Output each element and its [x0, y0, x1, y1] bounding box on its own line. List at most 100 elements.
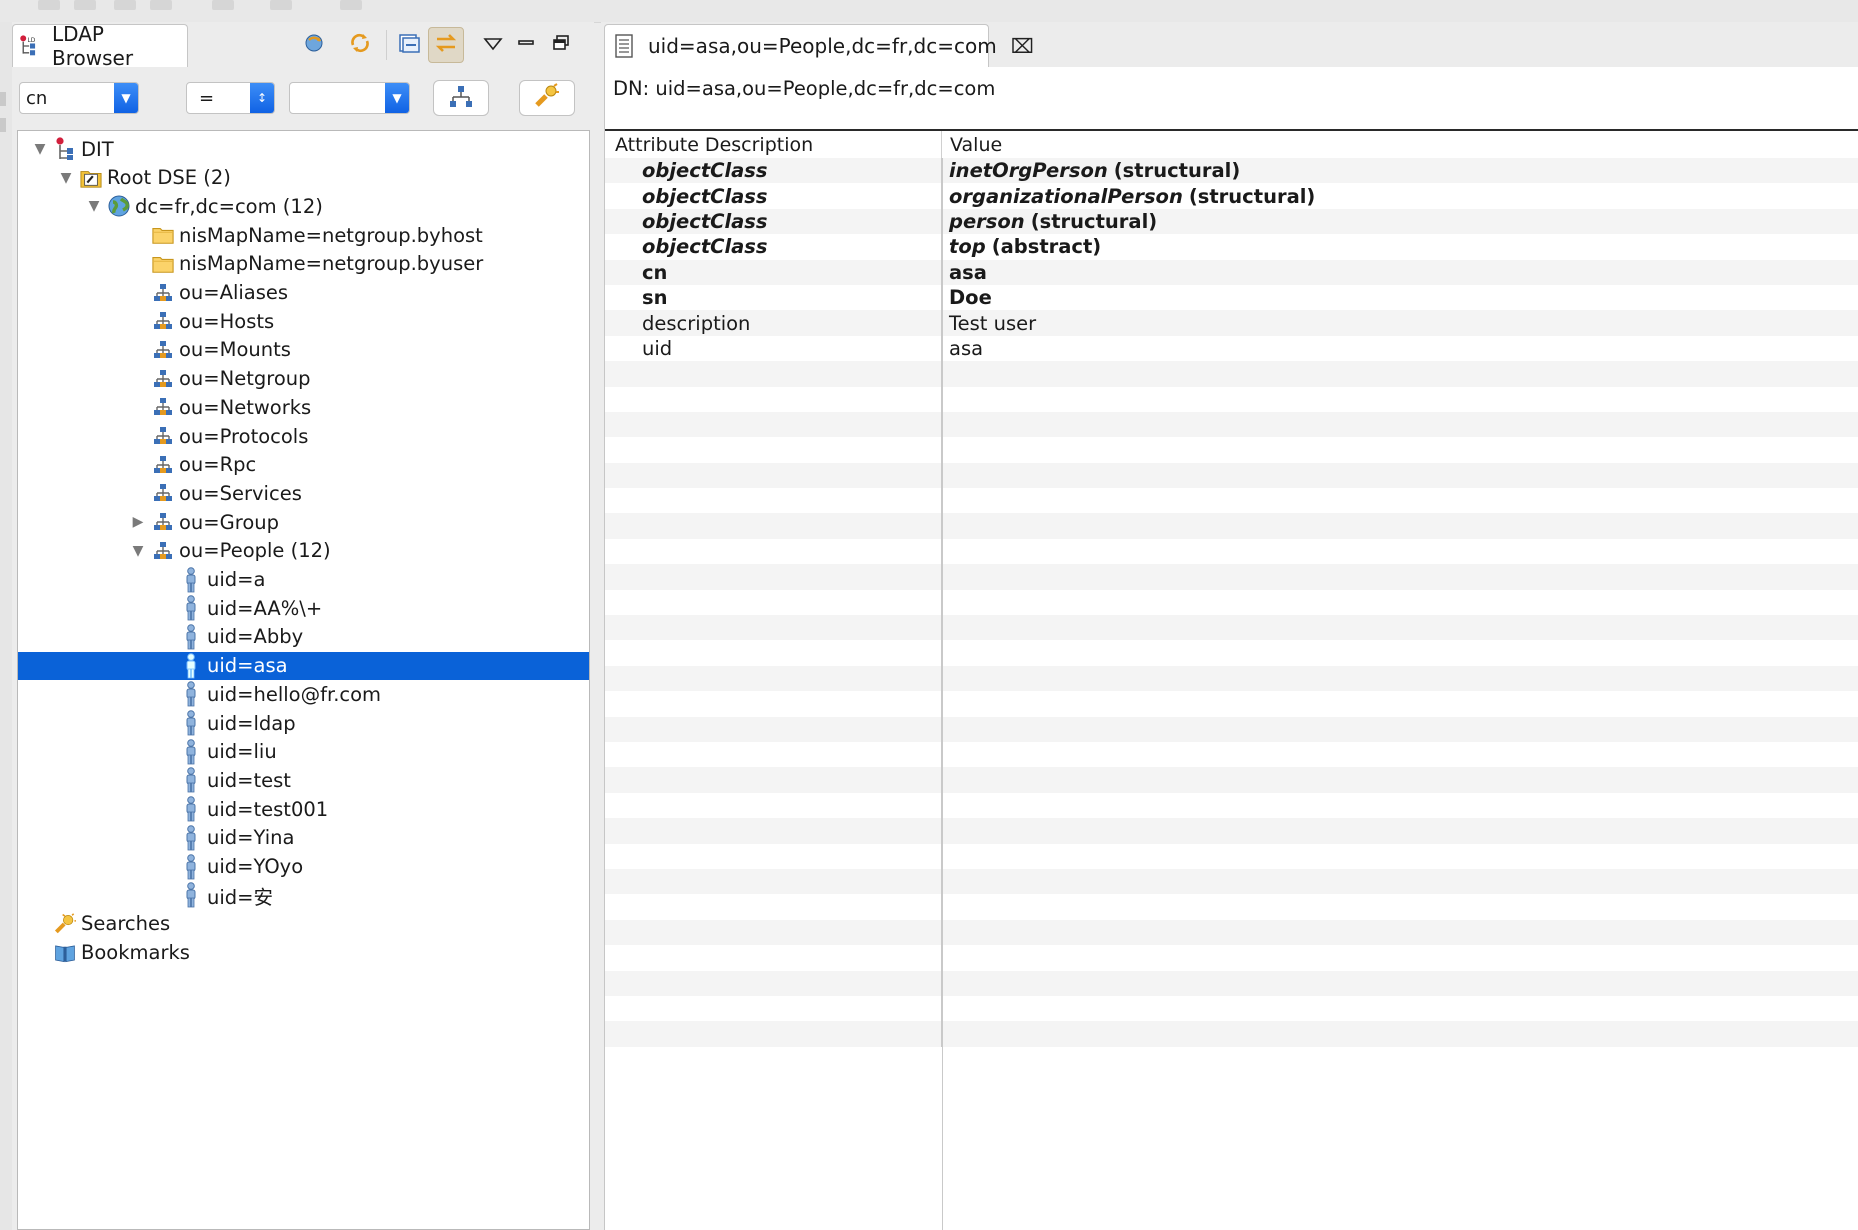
- attribute-value-cell[interactable]: asa: [942, 261, 987, 284]
- empty-row: [605, 615, 1858, 641]
- attribute-name[interactable]: description: [605, 310, 942, 336]
- toolbar-button-ghost[interactable]: [38, 0, 60, 10]
- hierarchy-icon: [448, 84, 474, 112]
- attribute-value-cell[interactable]: inetOrgPerson (structural): [942, 159, 1240, 182]
- attribute-value-cell[interactable]: Test user: [942, 312, 1036, 335]
- attribute-name[interactable]: objectClass: [605, 158, 942, 184]
- entry-editor-tab[interactable]: uid=asa,ou=People,dc=fr,dc=com ⌧: [604, 24, 1034, 67]
- attribute-row[interactable]: objectClass top (abstract): [605, 234, 1858, 260]
- tree-node[interactable]: uid=AA%\+: [18, 594, 589, 622]
- attribute-value-cell[interactable]: asa: [942, 337, 983, 360]
- attribute-name[interactable]: uid: [605, 335, 942, 362]
- attribute-row[interactable]: uid asa: [605, 335, 1858, 362]
- attribute-name[interactable]: sn: [605, 284, 942, 311]
- toolbar-button-ghost[interactable]: [270, 0, 292, 10]
- link-with-editor-button[interactable]: [297, 27, 333, 63]
- tree-node[interactable]: uid=hello@fr.com: [18, 680, 589, 708]
- run-quick-search-button[interactable]: [519, 80, 575, 116]
- up-down-arrows-icon[interactable]: ↕: [250, 83, 274, 113]
- toolbar-button-ghost[interactable]: [114, 0, 136, 10]
- collapse-triangle-icon[interactable]: ▼: [32, 141, 48, 157]
- tree-node[interactable]: uid=liu: [18, 738, 589, 766]
- tree-node[interactable]: ▼ ou=People (12): [18, 537, 589, 565]
- tree-node[interactable]: ou=Netgroup: [18, 365, 589, 393]
- tree-node[interactable]: uid=安: [18, 881, 589, 909]
- toolbar-button-ghost[interactable]: [150, 0, 172, 10]
- attribute-value-cell[interactable]: person (structural): [942, 210, 1157, 233]
- tree-node[interactable]: uid=YOyo: [18, 853, 589, 881]
- quick-search-scope-button[interactable]: [433, 80, 489, 116]
- dit-tree[interactable]: ▼ DIT ▼ Root DSE (2) ▼ dc=fr,dc=com (12) nisMa…: [17, 130, 590, 1230]
- operator-combo[interactable]: = ↕: [186, 82, 275, 114]
- column-header-attribute[interactable]: Attribute Description: [605, 131, 942, 158]
- attribute-row[interactable]: description Test user: [605, 310, 1858, 336]
- chevron-down-icon[interactable]: ▼: [114, 83, 138, 113]
- toolbar-button-ghost[interactable]: [212, 0, 234, 10]
- tree-node[interactable]: ou=Networks: [18, 393, 589, 421]
- tree-node[interactable]: ▼ dc=fr,dc=com (12): [18, 192, 589, 220]
- tree-node[interactable]: Bookmarks: [18, 939, 589, 967]
- minimize-button[interactable]: [508, 27, 544, 63]
- expand-triangle-icon[interactable]: ▶: [130, 514, 146, 530]
- view-menu-button[interactable]: [475, 27, 511, 63]
- tree-node[interactable]: ▶ ou=Group: [18, 508, 589, 536]
- tree-node[interactable]: ou=Services: [18, 479, 589, 507]
- attribute-value-cell[interactable]: top (abstract): [942, 235, 1101, 258]
- attribute-row[interactable]: objectClass person (structural): [605, 208, 1858, 235]
- main-toolbar: [0, 0, 1858, 23]
- link-editor-toggle-button[interactable]: [428, 27, 464, 63]
- maximize-button[interactable]: [543, 27, 579, 63]
- attribute-row[interactable]: objectClass organizationalPerson (structur…: [605, 183, 1858, 209]
- attribute-row[interactable]: objectClass inetOrgPerson (structural): [605, 158, 1858, 184]
- tree-node[interactable]: ▼ Root DSE (2): [18, 164, 589, 192]
- tree-node[interactable]: uid=asa: [18, 651, 589, 680]
- tree-node[interactable]: nisMapName=netgroup.byhost: [18, 221, 589, 249]
- ldap-browser-tab[interactable]: LD LDAP Browser: [12, 22, 188, 70]
- tree-node[interactable]: uid=test001: [18, 795, 589, 823]
- tree-node[interactable]: Searches: [18, 910, 589, 938]
- tree-node[interactable]: uid=test: [18, 766, 589, 794]
- tree-node[interactable]: uid=ldap: [18, 709, 589, 737]
- tree-node-label: ou=Group: [179, 510, 279, 534]
- collapse-all-button[interactable]: [391, 27, 427, 63]
- tree-node[interactable]: ou=Aliases: [18, 279, 589, 307]
- minimize-icon: [517, 36, 535, 55]
- empty-row: [605, 462, 1858, 489]
- tree-node[interactable]: ou=Hosts: [18, 307, 589, 335]
- attribute-name[interactable]: cn: [605, 259, 942, 285]
- column-header-value[interactable]: Value: [942, 134, 1002, 156]
- chevron-down-icon[interactable]: ▼: [385, 83, 409, 113]
- collapse-triangle-icon[interactable]: ▼: [86, 198, 102, 214]
- tree-node[interactable]: nisMapName=netgroup.byuser: [18, 250, 589, 278]
- tree-node-label: ou=Services: [179, 481, 302, 505]
- tree-node-label: ou=Networks: [179, 395, 312, 419]
- org-unit-icon: [152, 368, 174, 390]
- toolbar-button-ghost[interactable]: [340, 0, 362, 10]
- attribute-value-cell[interactable]: organizationalPerson (structural): [942, 185, 1315, 208]
- tree-node[interactable]: uid=Abby: [18, 623, 589, 651]
- attribute-name[interactable]: objectClass: [605, 183, 942, 209]
- collapse-triangle-icon[interactable]: ▼: [58, 170, 74, 186]
- tree-node[interactable]: ou=Mounts: [18, 336, 589, 364]
- close-icon[interactable]: ⌧: [1011, 34, 1034, 58]
- attribute-row[interactable]: cn asa: [605, 259, 1858, 285]
- person-icon: [180, 767, 202, 793]
- refresh-button[interactable]: [342, 27, 378, 63]
- tree-node[interactable]: uid=Yina: [18, 824, 589, 852]
- value-combo[interactable]: ▼: [289, 82, 410, 114]
- tree-node[interactable]: ▼ DIT: [18, 135, 589, 163]
- attribute-row[interactable]: sn Doe: [605, 284, 1858, 311]
- toolbar-button-ghost[interactable]: [74, 0, 96, 10]
- tree-node[interactable]: ou=Rpc: [18, 451, 589, 479]
- collapse-triangle-icon[interactable]: ▼: [130, 543, 146, 559]
- attribute-name[interactable]: objectClass: [605, 234, 942, 260]
- attribute-combo[interactable]: cn ▼: [19, 82, 139, 114]
- tree-node[interactable]: uid=a: [18, 566, 589, 594]
- attribute-value-cell[interactable]: Doe: [942, 286, 992, 309]
- tree-node[interactable]: ou=Protocols: [18, 422, 589, 450]
- attribute-name[interactable]: objectClass: [605, 208, 942, 235]
